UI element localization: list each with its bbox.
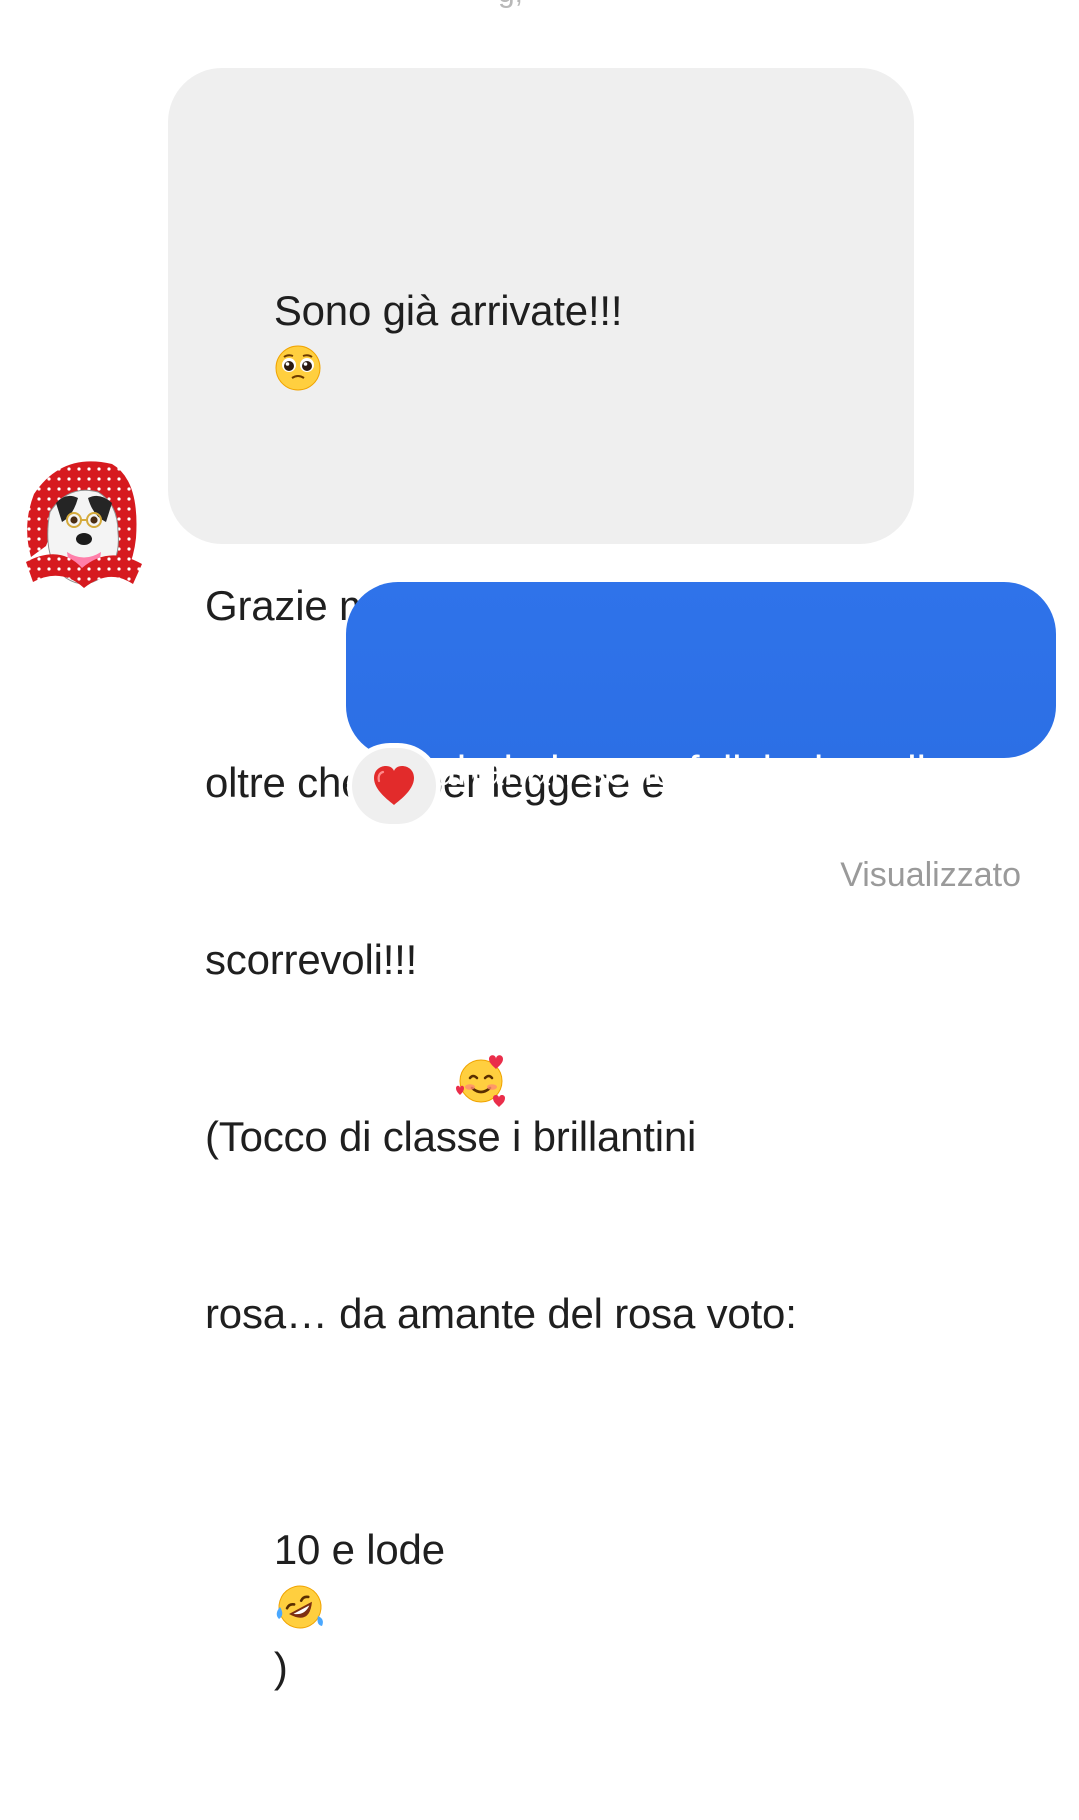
- seen-status: Visualizzato: [840, 856, 1021, 894]
- outgoing-message-bubble[interactable]: Ahahahah sono felicissima di sentirti co…: [346, 582, 1056, 1107]
- incoming-line-7: 10 e lode ): [205, 1461, 878, 1756]
- incoming-message-bubble[interactable]: Sono già arrivate!!! Grazie mille sono b…: [168, 68, 914, 1691]
- smiling-face-with-hearts-emoji-icon: [456, 1055, 506, 1107]
- red-heart-icon: [374, 766, 414, 805]
- previous-message-fragment: g,: [498, 0, 558, 8]
- pleading-face-emoji-icon: [275, 345, 321, 391]
- outgoing-line-1: Ahahahah sono felicissima di: [382, 747, 926, 794]
- outgoing-message-text: Ahahahah sono felicissima di sentirti co…: [382, 616, 1022, 1303]
- outgoing-line-2: sentirti così contenta: [382, 926, 1022, 1179]
- incoming-line-1: Sono già arrivate!!!: [205, 222, 878, 458]
- reaction-pill[interactable]: [352, 748, 436, 824]
- rolling-on-floor-laughing-emoji-icon: [276, 1585, 323, 1629]
- avatar[interactable]: [26, 456, 142, 594]
